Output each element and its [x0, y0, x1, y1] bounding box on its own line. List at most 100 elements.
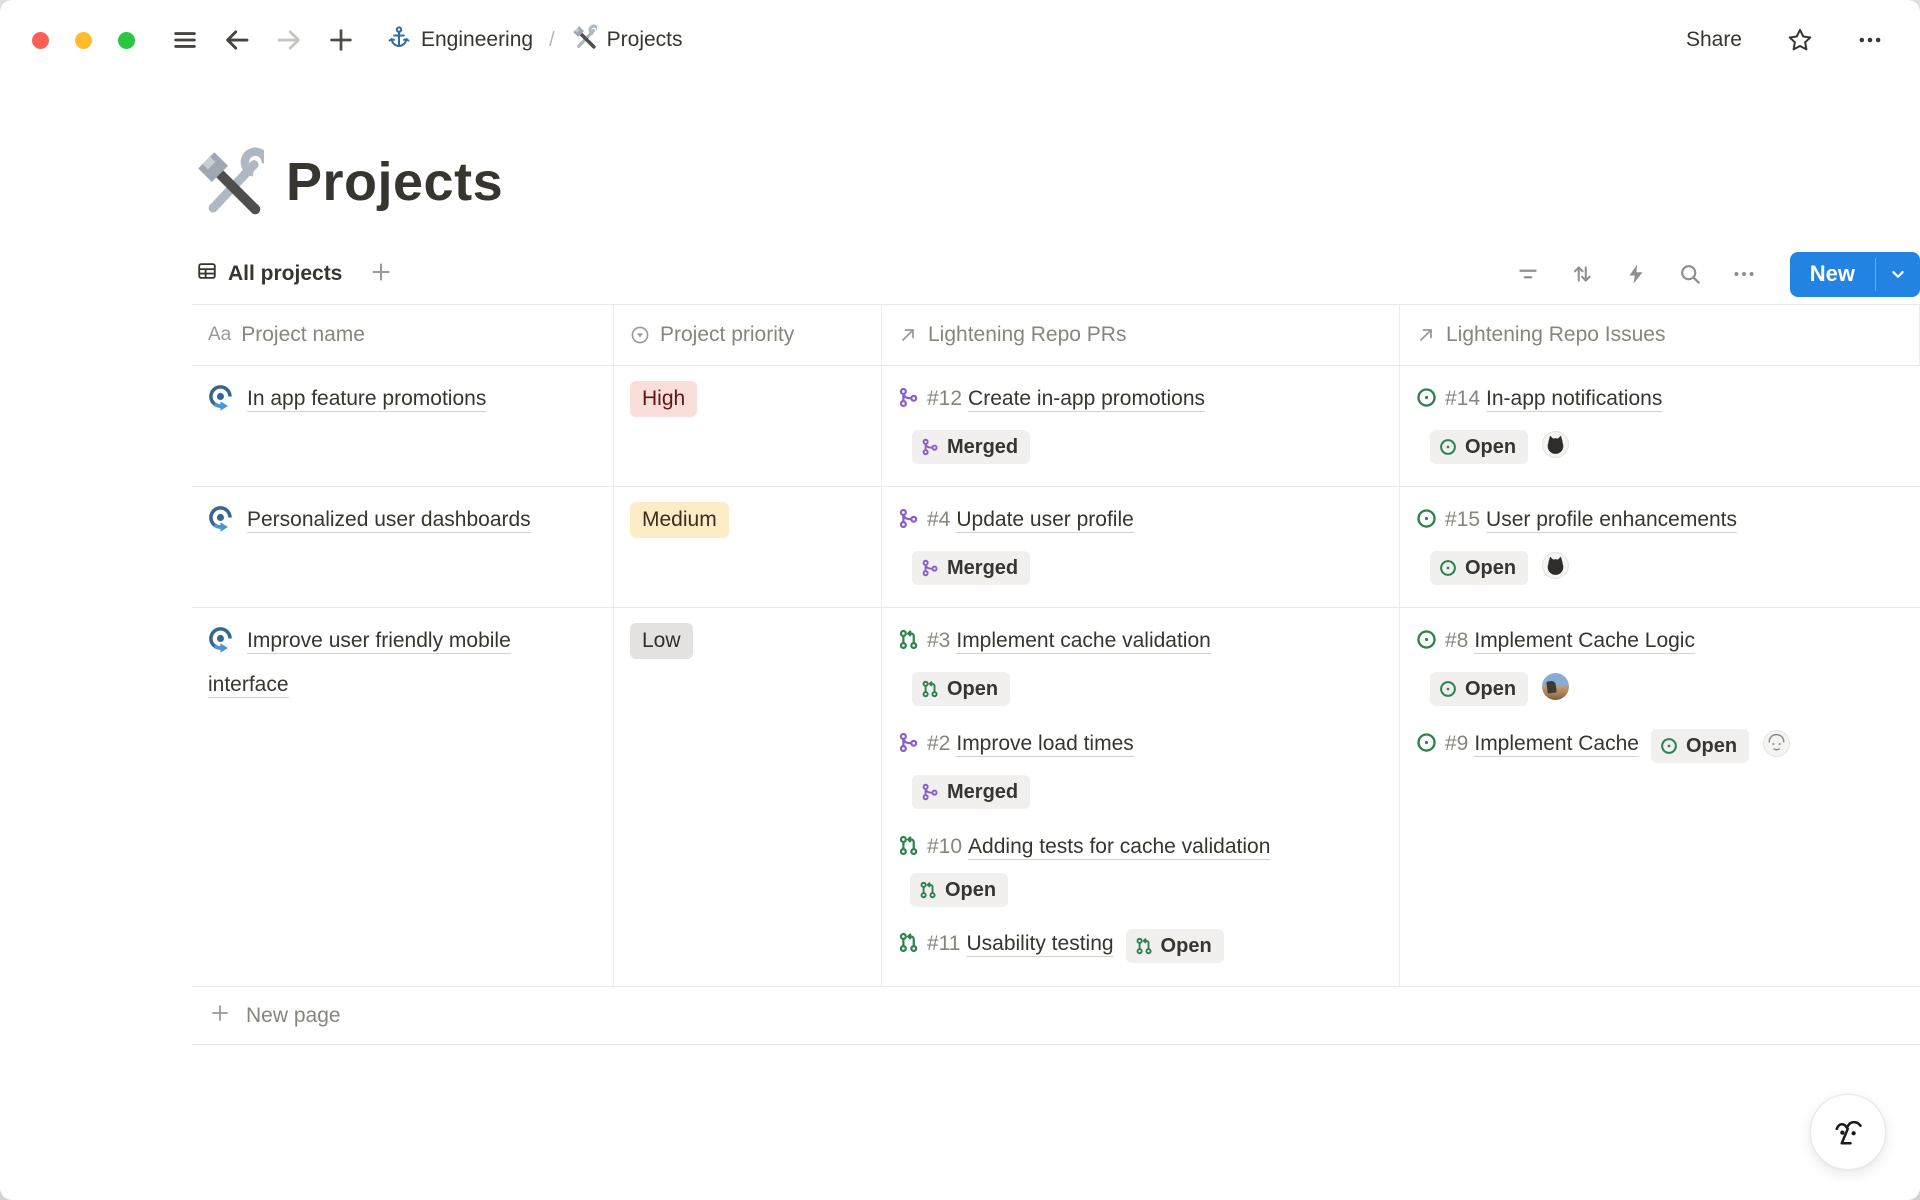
prs-cell[interactable]: #12Create in-app promotions Merged — [882, 366, 1400, 486]
new-button-label[interactable]: New — [1790, 252, 1875, 297]
pr-link[interactable]: Improve load times — [956, 732, 1133, 757]
pr-status-pill: Merged — [912, 551, 1030, 585]
issues-cell[interactable]: #15User profile enhancements Open — [1400, 487, 1920, 607]
pr-status-pill: Open — [1126, 929, 1224, 963]
issue-link[interactable]: Implement Cache Logic — [1474, 629, 1695, 654]
table-row: Personalized user dashboards Medium #4 Up… — [192, 487, 1920, 608]
project-page-link[interactable]: In app feature promotions — [247, 387, 486, 412]
issues-cell[interactable]: #14 In-app notifications Open — [1400, 366, 1920, 486]
git-pull-request-icon — [898, 625, 919, 663]
view-tab-all-projects[interactable]: All projects — [192, 254, 346, 294]
git-merge-icon — [898, 504, 919, 542]
avatar — [1542, 431, 1569, 458]
arrow-up-right-icon — [898, 325, 918, 345]
git-merge-icon — [898, 728, 919, 766]
column-header-lightening-repo-prs[interactable]: Lightening Repo PRs — [882, 305, 1400, 365]
breadcrumb-item-projects[interactable]: Projects — [563, 20, 691, 60]
project-name-cell[interactable]: In app feature promotions — [192, 366, 614, 486]
new-record-button[interactable]: New — [1790, 252, 1920, 297]
prs-cell[interactable]: #3Implement cache validation Open #2Impr… — [882, 608, 1400, 986]
back-arrow-icon[interactable] — [217, 20, 257, 60]
pr-link[interactable]: Update user profile — [956, 508, 1133, 533]
pr-item: #4 Update user profile Merged — [898, 501, 1383, 586]
issue-open-icon — [1439, 673, 1457, 705]
select-icon — [630, 325, 650, 345]
project-page-link[interactable]: Personalized user dashboards — [247, 508, 531, 533]
notion-ai-button[interactable] — [1810, 1094, 1886, 1170]
git-merge-icon — [921, 431, 939, 463]
minimize-window-button[interactable] — [75, 32, 92, 49]
issue-number: #14 — [1445, 387, 1480, 410]
breadcrumb-label: Engineering — [421, 28, 533, 52]
breadcrumb-item-engineering[interactable]: Engineering — [379, 21, 541, 59]
priority-cell[interactable]: Low — [614, 608, 882, 986]
table-view-icon — [196, 260, 218, 288]
pr-link[interactable]: Usability testing — [966, 932, 1113, 957]
issues-cell[interactable]: #8Implement Cache Logic Open #9Implement… — [1400, 608, 1920, 986]
issue-link[interactable]: User profile enhancements — [1486, 508, 1737, 533]
prs-cell[interactable]: #4 Update user profile Merged — [882, 487, 1400, 607]
priority-pill-medium: Medium — [630, 502, 729, 538]
pr-item: #11Usability testingOpen — [898, 925, 1369, 966]
issue-item: #15User profile enhancements Open — [1416, 501, 1904, 586]
breadcrumb: Engineering / Projects — [379, 20, 691, 60]
new-tab-plus-icon[interactable] — [321, 20, 361, 60]
zoom-window-button[interactable] — [118, 32, 135, 49]
pr-number: #10 — [927, 835, 962, 858]
pr-number: #3 — [927, 629, 950, 652]
share-button[interactable]: Share — [1678, 24, 1750, 56]
pr-status-pill: Merged — [912, 775, 1030, 809]
chevron-down-icon[interactable] — [1876, 252, 1920, 297]
issue-status-pill: Open — [1651, 729, 1749, 763]
git-merge-icon — [921, 552, 939, 584]
pr-item: #3 Implement cache validation Open — [898, 622, 1369, 707]
sort-icon[interactable] — [1562, 254, 1602, 294]
filter-icon[interactable] — [1508, 254, 1548, 294]
project-page-link[interactable]: Improve user friendly mobile interface — [208, 629, 511, 698]
favorite-star-icon[interactable] — [1780, 20, 1820, 60]
sidebar-menu-icon[interactable] — [165, 20, 205, 60]
priority-cell[interactable]: Medium — [614, 487, 882, 607]
pr-number: #4 — [927, 508, 950, 531]
git-merge-icon — [898, 383, 919, 421]
priority-pill-low: Low — [630, 623, 693, 659]
issue-open-icon — [1416, 625, 1437, 663]
pr-link[interactable]: Create in-app promotions — [968, 387, 1205, 412]
new-page-row[interactable]: New page — [192, 987, 1920, 1045]
plus-icon — [208, 1001, 232, 1031]
add-view-plus-icon[interactable] — [368, 259, 394, 290]
pr-link[interactable]: Implement cache validation — [956, 629, 1210, 654]
breadcrumb-separator: / — [541, 29, 563, 52]
avatar — [1542, 673, 1569, 700]
more-options-icon[interactable] — [1850, 20, 1890, 60]
avatar — [1542, 552, 1569, 579]
pr-number: #12 — [927, 387, 962, 410]
column-label: Project priority — [660, 315, 794, 355]
pr-status-pill: Open — [912, 672, 1010, 706]
issue-status-pill: Open — [1430, 430, 1528, 464]
view-options-ellipsis-icon[interactable] — [1724, 254, 1764, 294]
pr-link[interactable]: Adding tests for cache validation — [968, 835, 1270, 860]
close-window-button[interactable] — [32, 32, 49, 49]
topbar: Engineering / Projects Share — [0, 0, 1920, 80]
issue-link[interactable]: Implement Cache — [1474, 732, 1639, 757]
priority-cell[interactable]: High — [614, 366, 882, 486]
issue-item: #9Implement CacheOpen — [1416, 725, 1904, 766]
avatar — [1763, 730, 1790, 757]
column-header-project-priority[interactable]: Project priority — [614, 305, 882, 365]
issue-link[interactable]: In-app notifications — [1486, 387, 1662, 412]
arrow-up-right-icon — [1416, 325, 1436, 345]
project-name-cell[interactable]: Personalized user dashboards — [192, 487, 614, 607]
project-name-cell[interactable]: Improve user friendly mobile interface — [192, 608, 614, 986]
search-icon[interactable] — [1670, 254, 1710, 294]
column-header-lightening-repo-issues[interactable]: Lightening Repo Issues — [1400, 305, 1920, 365]
issue-open-icon — [1416, 728, 1437, 766]
issue-number: #15 — [1445, 508, 1480, 531]
notion-ai-face-icon — [1828, 1112, 1868, 1152]
text-type-icon: Aa — [208, 315, 231, 355]
page-header: Projects — [192, 146, 1920, 218]
table-row: In app feature promotions High #12 Create… — [192, 366, 1920, 487]
forward-arrow-icon[interactable] — [269, 20, 309, 60]
automation-lightning-icon[interactable] — [1616, 254, 1656, 294]
column-header-project-name[interactable]: Aa Project name — [192, 305, 614, 365]
